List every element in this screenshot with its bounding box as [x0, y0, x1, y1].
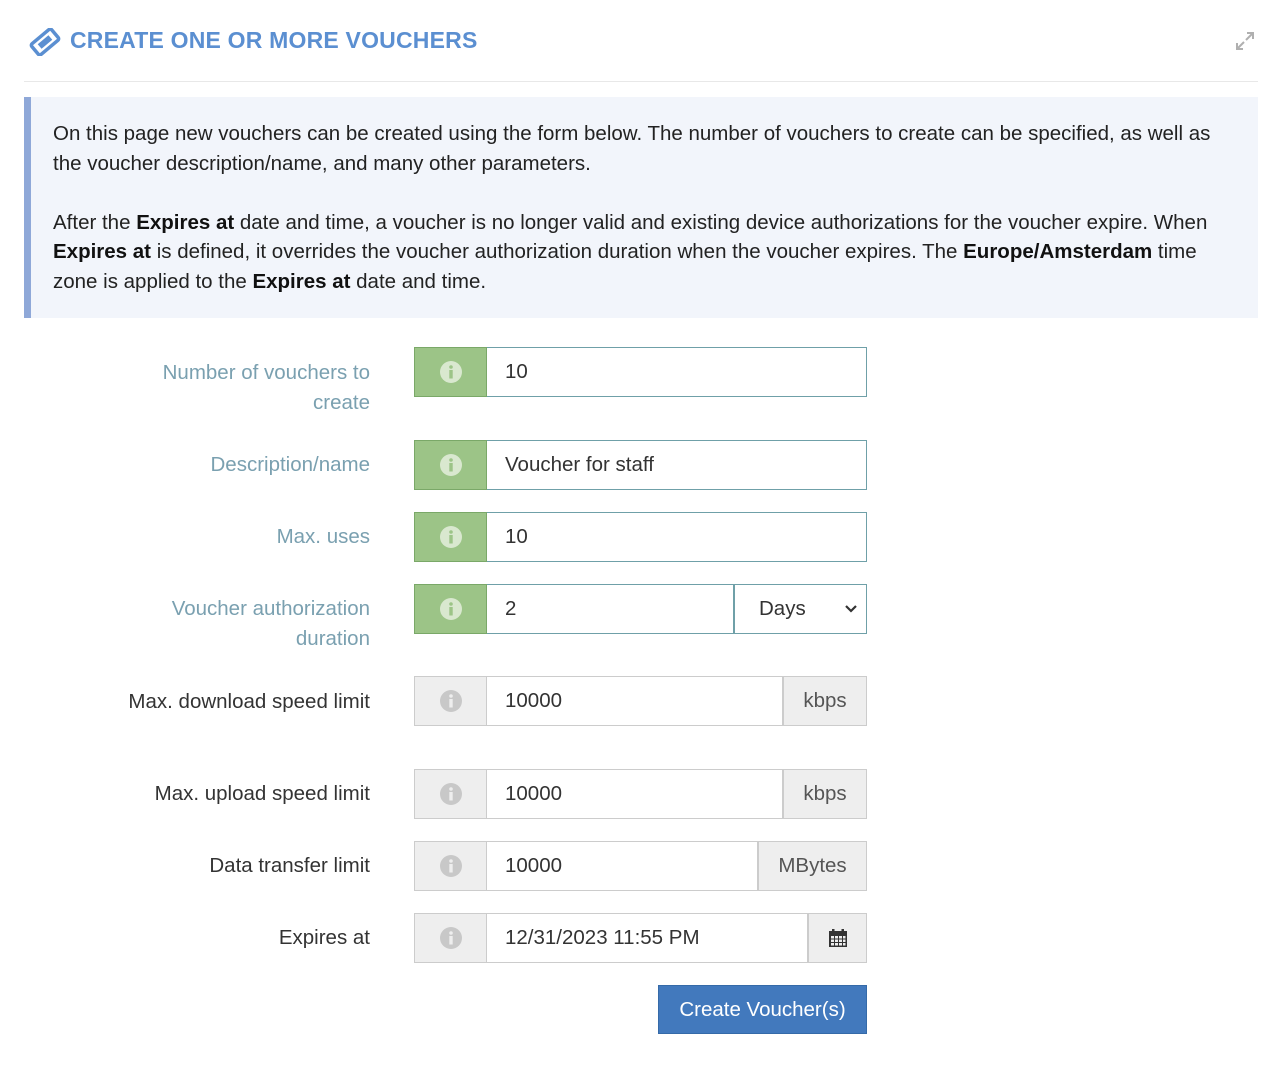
- info-icon[interactable]: [414, 913, 487, 963]
- info-icon[interactable]: [414, 584, 487, 634]
- upload-group: 10000 kbps: [414, 769, 867, 819]
- expires-input[interactable]: 12/31/2023 11:55 PM: [487, 913, 808, 963]
- expires-label: Expires at: [278, 926, 370, 949]
- chevron-down-icon: [845, 605, 857, 613]
- duration-unit-select[interactable]: Days: [734, 584, 867, 634]
- data-transfer-label: Data transfer limit: [209, 854, 370, 877]
- download-label: Max. download speed limit: [128, 690, 370, 713]
- description-input[interactable]: Voucher for staff: [487, 440, 867, 490]
- info-icon[interactable]: [414, 347, 487, 397]
- upload-unit: kbps: [783, 769, 867, 819]
- num-vouchers-input[interactable]: 10: [487, 347, 867, 397]
- info-icon[interactable]: [414, 769, 487, 819]
- data-transfer-group: 10000 MBytes: [414, 841, 867, 891]
- max-uses-label: Max. uses: [276, 525, 370, 548]
- description-label: Description/name: [210, 453, 370, 476]
- calendar-button[interactable]: [808, 913, 867, 963]
- download-input[interactable]: 10000: [487, 676, 783, 726]
- num-vouchers-group: 10: [414, 347, 867, 397]
- duration-label: Voucher authorization duration: [171, 597, 370, 650]
- duration-input[interactable]: 2: [487, 584, 734, 634]
- expand-icon[interactable]: [1234, 30, 1256, 52]
- info-icon[interactable]: [414, 512, 487, 562]
- download-unit: kbps: [783, 676, 867, 726]
- panel-header: CREATE ONE OR MORE VOUCHERS: [24, 0, 1258, 82]
- info-icon[interactable]: [414, 440, 487, 490]
- ticket-icon: [29, 28, 61, 56]
- info-paragraph-1: On this page new vouchers can be created…: [53, 122, 1211, 175]
- max-uses-group: 10: [414, 512, 867, 562]
- upload-label: Max. upload speed limit: [154, 782, 370, 805]
- create-vouchers-button[interactable]: Create Voucher(s): [658, 985, 867, 1034]
- info-icon[interactable]: [414, 676, 487, 726]
- expires-group: 12/31/2023 11:55 PM: [414, 913, 867, 963]
- upload-input[interactable]: 10000: [487, 769, 783, 819]
- page-title: CREATE ONE OR MORE VOUCHERS: [70, 27, 478, 53]
- duration-unit-value: Days: [759, 597, 806, 620]
- info-callout: On this page new vouchers can be created…: [24, 97, 1258, 318]
- info-paragraph-2: After the Expires at date and time, a vo…: [53, 210, 1208, 293]
- calendar-icon: [828, 929, 847, 947]
- duration-group: 2 Days: [414, 584, 867, 634]
- num-vouchers-label: Number of vouchers to create: [162, 361, 370, 414]
- info-icon[interactable]: [414, 841, 487, 891]
- data-transfer-input[interactable]: 10000: [487, 841, 758, 891]
- download-group: 10000 kbps: [414, 676, 867, 726]
- max-uses-input[interactable]: 10: [487, 512, 867, 562]
- description-group: Voucher for staff: [414, 440, 867, 490]
- data-transfer-unit: MBytes: [758, 841, 867, 891]
